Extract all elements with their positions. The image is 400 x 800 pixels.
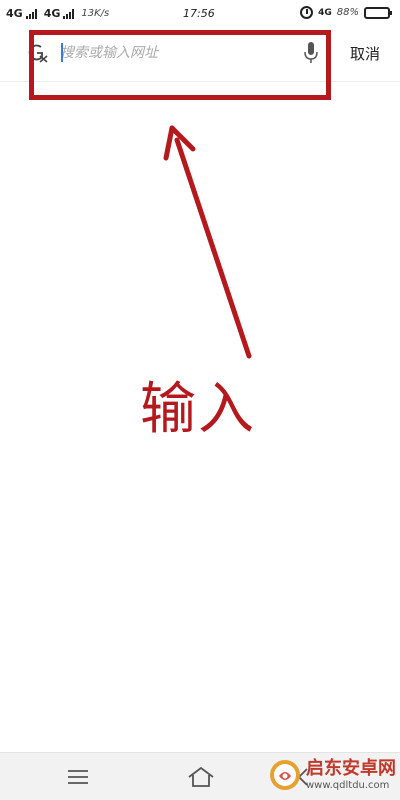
text-cursor	[61, 43, 63, 62]
alarm-icon	[300, 6, 314, 19]
search-bar: 取消	[0, 28, 400, 82]
clock: 17:56	[183, 7, 215, 20]
battery-percent: 88%	[336, 7, 359, 18]
status-left: 4G 4G 13K/s	[6, 7, 109, 20]
status-bar: 4G 4G 13K/s 17:56 4G 88%	[0, 0, 400, 28]
home-icon[interactable]	[186, 765, 216, 789]
menu-icon[interactable]	[66, 767, 90, 787]
cancel-button[interactable]: 取消	[350, 43, 380, 64]
network-speed: 13K/s	[81, 8, 110, 19]
bottom-nav	[0, 752, 400, 800]
network-type-1: 4G	[6, 7, 23, 20]
search-engine-icon[interactable]	[27, 42, 49, 64]
signal-icon	[63, 8, 75, 19]
annotation-label: 输入	[140, 377, 256, 442]
search-input[interactable]	[60, 42, 295, 64]
network-type-2: 4G	[43, 7, 61, 20]
microphone-icon[interactable]	[302, 41, 320, 65]
signal-icon	[25, 8, 37, 19]
network-type-small: 4G	[318, 7, 332, 18]
battery-icon	[364, 6, 392, 19]
status-right: 4G 88%	[300, 6, 392, 19]
back-icon[interactable]	[292, 765, 316, 789]
